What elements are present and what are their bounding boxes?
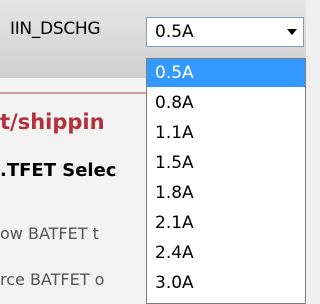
dropdown-option[interactable]: 0.8A <box>147 89 305 117</box>
dropdown-option[interactable]: 2.1A <box>147 209 305 237</box>
dropdown-option[interactable]: 3.0A <box>147 269 305 297</box>
dropdown-option[interactable]: 1.5A <box>147 149 305 177</box>
option-text: ow BATFET t <box>0 224 99 243</box>
dropdown-list[interactable]: 0.5A 0.8A 1.1A 1.5A 1.8A 2.1A 2.4A 3.0A <box>146 58 306 304</box>
iin-dschg-combobox[interactable]: 0.5A <box>146 17 304 47</box>
iin-dschg-label: IIN_DSCHG <box>10 19 101 39</box>
dropdown-option[interactable]: 2.4A <box>147 239 305 267</box>
section-heading: t/shippin <box>0 110 105 134</box>
chevron-down-icon[interactable] <box>287 29 297 35</box>
sub-heading: .TFET Selec <box>0 160 117 181</box>
dropdown-option[interactable]: 1.1A <box>147 119 305 147</box>
combobox-value: 0.5A <box>155 22 194 42</box>
dropdown-option[interactable]: 1.8A <box>147 179 305 207</box>
dropdown-option[interactable]: 0.5A <box>147 59 305 87</box>
option-text: rce BATFET o <box>0 270 105 289</box>
